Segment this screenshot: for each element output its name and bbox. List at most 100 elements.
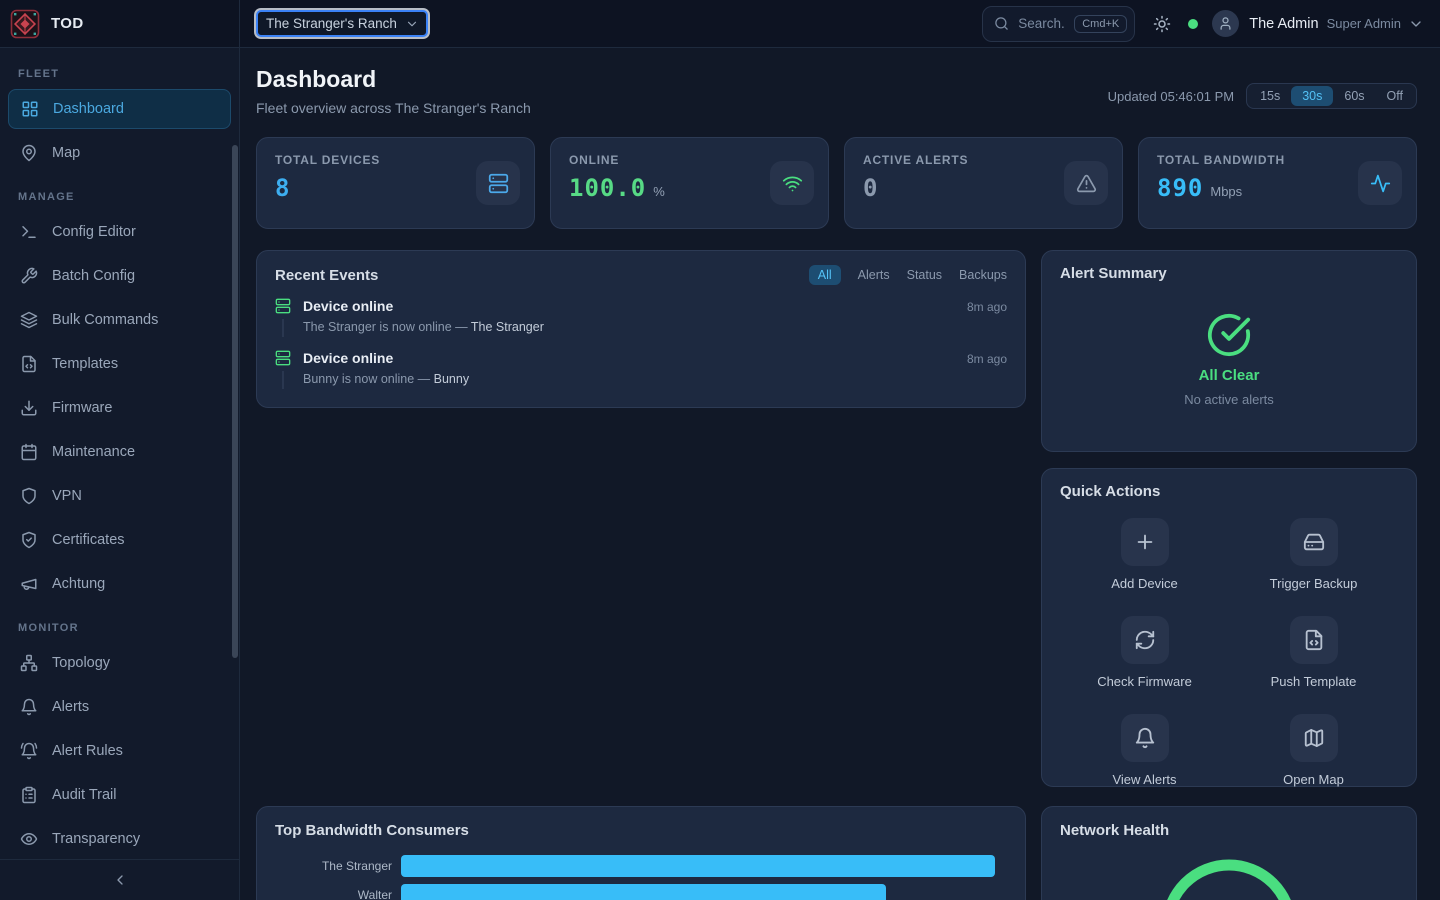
sidebar-item-topology[interactable]: Topology bbox=[8, 643, 231, 683]
stat-card-active-alerts: ACTIVE ALERTS0 bbox=[844, 137, 1123, 229]
map-pin-icon bbox=[20, 144, 38, 162]
refresh-option-off[interactable]: Off bbox=[1376, 86, 1414, 106]
quick-action-view-alerts[interactable]: View Alerts bbox=[1060, 714, 1229, 787]
stat-value: 0 bbox=[863, 174, 878, 202]
sidebar-item-maintenance[interactable]: Maintenance bbox=[8, 432, 231, 472]
sidebar-item-batch-config[interactable]: Batch Config bbox=[8, 256, 231, 296]
wrench-icon bbox=[20, 267, 38, 285]
sidebar-item-certificates[interactable]: Certificates bbox=[8, 520, 231, 560]
sidebar-item-dashboard[interactable]: Dashboard bbox=[8, 89, 231, 129]
sidebar-item-bulk-commands[interactable]: Bulk Commands bbox=[8, 300, 231, 340]
hard-drive-icon bbox=[1303, 531, 1325, 553]
sidebar-item-label: Maintenance bbox=[52, 444, 135, 460]
megaphone-icon bbox=[20, 575, 38, 593]
quick-action-add-device[interactable]: Add Device bbox=[1060, 518, 1229, 591]
alert-summary-subtext: No active alerts bbox=[1184, 392, 1274, 407]
search-input[interactable] bbox=[1016, 15, 1067, 32]
download-icon bbox=[20, 399, 38, 417]
stat-value: 8 bbox=[275, 174, 290, 202]
quick-action-push-template[interactable]: Push Template bbox=[1229, 616, 1398, 689]
sidebar-item-firmware[interactable]: Firmware bbox=[8, 388, 231, 428]
event-timeline-line bbox=[282, 319, 284, 337]
sidebar-item-transparency[interactable]: Transparency bbox=[8, 819, 231, 859]
refresh-icon bbox=[1134, 629, 1156, 651]
shield-check-icon bbox=[20, 531, 38, 549]
main-content: Dashboard Fleet overview across The Stra… bbox=[240, 48, 1440, 900]
sidebar-collapse-button[interactable] bbox=[0, 859, 239, 900]
refresh-option-30s[interactable]: 30s bbox=[1291, 86, 1333, 106]
stat-card-total-bandwidth: TOTAL BANDWIDTH890Mbps bbox=[1138, 137, 1417, 229]
sun-icon[interactable] bbox=[1153, 15, 1171, 33]
event-row[interactable]: Device online8m agoThe Stranger is now o… bbox=[275, 298, 1007, 337]
terminal-icon bbox=[20, 223, 38, 241]
stat-card-total-devices: TOTAL DEVICES8 bbox=[256, 137, 535, 229]
sidebar-item-label: Map bbox=[52, 145, 80, 161]
network-health-card: Network Health 100 bbox=[1041, 806, 1417, 900]
avatar[interactable] bbox=[1212, 10, 1239, 37]
chevron-left-icon bbox=[112, 872, 128, 888]
fleet-selector[interactable]: The Stranger's Ranch bbox=[256, 10, 428, 37]
page-header: Dashboard Fleet overview across The Stra… bbox=[256, 66, 1417, 116]
events-tab-status[interactable]: Status bbox=[907, 268, 942, 282]
plus-icon bbox=[1134, 531, 1156, 553]
events-tab-all[interactable]: All bbox=[809, 265, 841, 285]
sidebar-item-map[interactable]: Map bbox=[8, 133, 231, 173]
sidebar-item-label: Topology bbox=[52, 655, 110, 671]
sidebar-item-alert-rules[interactable]: Alert Rules bbox=[8, 731, 231, 771]
sidebar-item-label: Alerts bbox=[52, 699, 89, 715]
sidebar-item-config-editor[interactable]: Config Editor bbox=[8, 212, 231, 252]
user-menu-chevron-down-icon[interactable] bbox=[1408, 16, 1424, 32]
sidebar-item-vpn[interactable]: VPN bbox=[8, 476, 231, 516]
sidebar-item-label: Dashboard bbox=[53, 101, 124, 117]
quick-action-label: Push Template bbox=[1271, 674, 1357, 689]
sidebar-item-label: Firmware bbox=[52, 400, 112, 416]
sidebar-item-achtung[interactable]: Achtung bbox=[8, 564, 231, 604]
quick-action-label: Add Device bbox=[1111, 576, 1177, 591]
quick-actions-grid: Add Device Trigger BackupCheck Firmware Pu… bbox=[1060, 518, 1398, 787]
events-tab-backups[interactable]: Backups bbox=[959, 268, 1007, 282]
quick-action-icon-chip bbox=[1121, 616, 1169, 664]
right-column: Alert Summary All Clear No active alerts… bbox=[1041, 250, 1417, 787]
quick-action-open-map[interactable]: Open Map bbox=[1229, 714, 1398, 787]
events-tab-alerts[interactable]: Alerts bbox=[858, 268, 890, 282]
event-row[interactable]: Device online8m agoBunny is now online —… bbox=[275, 350, 1007, 389]
sidebar-item-templates[interactable]: Templates bbox=[8, 344, 231, 384]
app-root: TOD The Stranger's Ranch Cmd+K The Admin… bbox=[0, 0, 1440, 900]
sidebar-item-label: Achtung bbox=[52, 576, 105, 592]
stat-unit: Mbps bbox=[1210, 184, 1242, 199]
sidebar-item-label: Certificates bbox=[52, 532, 125, 548]
dashboard-icon bbox=[21, 100, 39, 118]
search-shortcut-badge: Cmd+K bbox=[1074, 15, 1127, 33]
tod-logo-icon bbox=[10, 9, 40, 39]
refresh-option-15s[interactable]: 15s bbox=[1249, 86, 1291, 106]
event-timeline-line bbox=[282, 371, 284, 389]
topbar: TOD The Stranger's Ranch Cmd+K The Admin… bbox=[0, 0, 1440, 48]
bandwidth-row: Walter bbox=[275, 884, 1007, 900]
search-box[interactable]: Cmd+K bbox=[982, 6, 1135, 42]
check-circle-icon bbox=[1206, 312, 1252, 358]
content-grid: Recent Events All Alerts Status Backups Dev… bbox=[256, 250, 1417, 900]
sidebar-section-label: MONITOR bbox=[8, 608, 231, 643]
bandwidth-device-label: Walter bbox=[275, 888, 401, 900]
body: FLEETDashboardMapMANAGEConfig EditorBatc… bbox=[0, 48, 1440, 900]
map-icon bbox=[1303, 727, 1325, 749]
sidebar-scrollbar[interactable] bbox=[232, 145, 238, 658]
wifi-icon bbox=[782, 173, 803, 194]
stat-icon-chip bbox=[1064, 161, 1108, 205]
sidebar-item-label: Alert Rules bbox=[52, 743, 123, 759]
topbar-main: The Stranger's Ranch Cmd+K The Admin Sup… bbox=[240, 0, 1440, 47]
quick-action-icon-chip bbox=[1121, 518, 1169, 566]
sidebar-item-label: Config Editor bbox=[52, 224, 136, 240]
sidebar-item-alerts[interactable]: Alerts bbox=[8, 687, 231, 727]
quick-action-trigger-backup[interactable]: Trigger Backup bbox=[1229, 518, 1398, 591]
sidebar-item-audit-trail[interactable]: Audit Trail bbox=[8, 775, 231, 815]
activity-icon bbox=[1370, 173, 1391, 194]
stat-value: 890 bbox=[1157, 174, 1203, 202]
event-device-name: The Stranger bbox=[471, 320, 544, 334]
quick-action-check-firmware[interactable]: Check Firmware bbox=[1060, 616, 1229, 689]
event-time: 8m ago bbox=[967, 352, 1007, 366]
refresh-option-60s[interactable]: 60s bbox=[1333, 86, 1375, 106]
recent-events-title: Recent Events bbox=[275, 267, 378, 284]
server-icon bbox=[275, 298, 291, 314]
calendar-icon bbox=[20, 443, 38, 461]
